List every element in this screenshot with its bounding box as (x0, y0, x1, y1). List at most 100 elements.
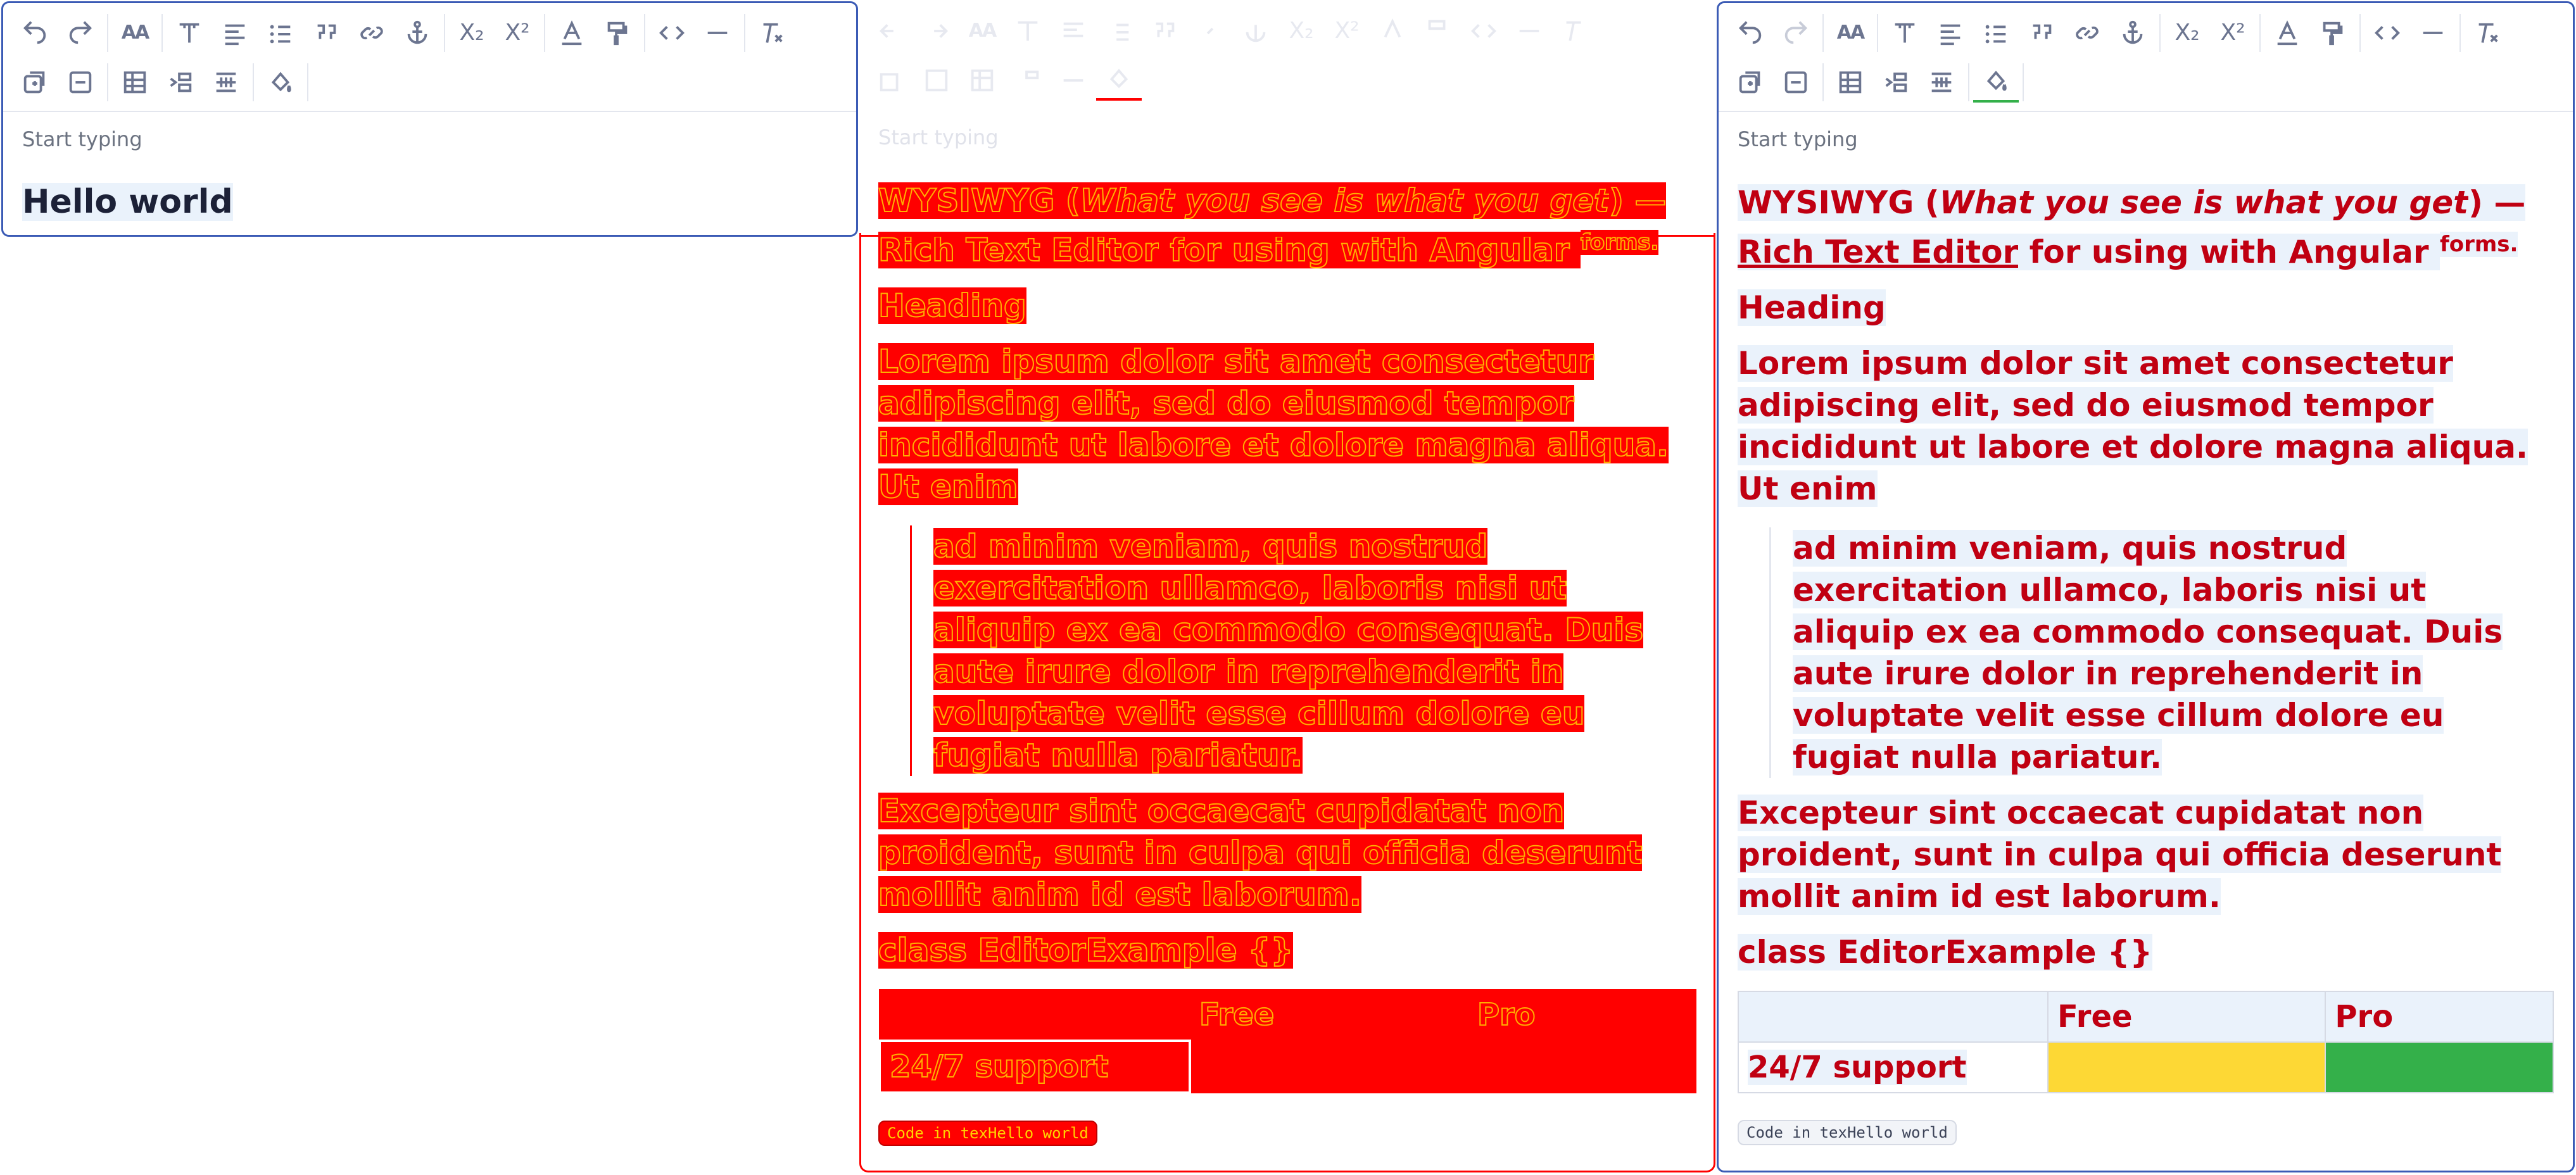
delete-row-icon[interactable] (58, 62, 103, 103)
paragraph: Excepteur sint occaecat cupidatat non pr… (1738, 792, 2554, 917)
editor-right: AA X₂ X² Start typing WYSIWYG (What you … (1717, 1, 2575, 1172)
editor-left: AA X₂ X² Start typing Hello world (1, 1, 858, 237)
font-size-icon[interactable]: AA (112, 13, 158, 53)
delete-row-icon[interactable] (1773, 62, 1819, 103)
code-line-text: class EditorExample {} (1738, 933, 2153, 971)
table-cell[interactable] (1737, 990, 2049, 1043)
superscript-icon[interactable]: X² (495, 13, 540, 53)
doc-title-part5: for using with Angular (2018, 233, 2440, 270)
inline-code: Code in texHello world (1738, 1119, 1957, 1145)
merge-cells-icon[interactable] (158, 62, 203, 103)
editor-content[interactable]: WYSIWYG (What you see is what you get) —… (1719, 182, 2573, 1145)
bullet-list-icon[interactable] (258, 13, 303, 53)
toolbar-divider (1877, 14, 1878, 52)
toolbar-divider (1822, 63, 1824, 101)
doc-title: WYSIWYG (What you see is what you get) —… (1738, 182, 2554, 273)
insert-row-icon[interactable] (1727, 62, 1773, 103)
paragraph-text: Lorem ipsum dolor sit amet consectetur a… (1738, 344, 2528, 507)
heading-icon[interactable] (167, 13, 212, 53)
doc-table[interactable]: Free Pro 24/7 support (1737, 990, 2554, 1093)
editor-placeholder: Start typing (1738, 127, 1858, 151)
toolbar: AA X₂ X² (1719, 3, 2573, 112)
toolbar-divider (1822, 14, 1824, 52)
redo-icon[interactable] (1773, 13, 1819, 53)
clear-format-icon[interactable] (2465, 13, 2510, 53)
anchor-icon[interactable] (395, 13, 440, 53)
split-cells-icon[interactable] (1919, 62, 1964, 103)
toolbar-divider (107, 63, 108, 101)
toolbar-divider (544, 14, 545, 52)
doc-title-part3: ) — (2468, 184, 2526, 221)
hello-text: Hello world (22, 183, 233, 221)
split-cells-icon[interactable] (203, 62, 249, 103)
undo-icon[interactable] (1727, 13, 1773, 53)
font-size-icon[interactable]: AA (1828, 13, 1873, 53)
align-icon[interactable] (212, 13, 258, 53)
table-cell[interactable]: Pro (2325, 990, 2554, 1043)
code-icon[interactable] (649, 13, 695, 53)
blockquote-icon[interactable] (2019, 13, 2064, 53)
doc-title-part1: WYSIWYG ( (1738, 184, 1940, 221)
merge-cells-icon[interactable] (1873, 62, 1919, 103)
table-cell-text: 24/7 support (1748, 1049, 1967, 1085)
editor-middle: AA X₂ X² Start typing WYSIWYG (What you … (859, 1, 1715, 1172)
doc-title-sup: forms. (2439, 232, 2518, 257)
horizontal-rule-icon[interactable] (2410, 13, 2456, 53)
cell-color-icon[interactable] (1973, 62, 2019, 103)
table-icon[interactable] (112, 62, 158, 103)
blockquote: ad minim veniam, quis nostrud exercitati… (1769, 527, 2554, 778)
background-color-icon[interactable] (2310, 13, 2356, 53)
blockquote-icon[interactable] (303, 13, 349, 53)
insert-row-icon[interactable] (12, 62, 58, 103)
redo-icon[interactable] (58, 13, 103, 53)
horizontal-rule-icon[interactable] (695, 13, 740, 53)
toolbar-divider (644, 14, 645, 52)
toolbar-divider (2259, 14, 2261, 52)
editor-content[interactable]: Hello world (3, 183, 856, 221)
link-icon[interactable] (349, 13, 395, 53)
heading-text: Heading (1738, 289, 1886, 326)
paragraph: Lorem ipsum dolor sit amet consectetur a… (1738, 342, 2554, 510)
subscript-icon[interactable]: X₂ (2164, 13, 2210, 53)
code-line: class EditorExample {} (1738, 931, 2554, 973)
anchor-icon[interactable] (2110, 13, 2156, 53)
superscript-icon[interactable]: X² (2210, 13, 2256, 53)
toolbar-divider (2023, 63, 2024, 101)
align-icon[interactable] (1928, 13, 1973, 53)
toolbar-divider (444, 14, 445, 52)
table-cell[interactable]: 24/7 support (1737, 1041, 2049, 1093)
toolbar-divider (107, 14, 108, 52)
doc-title-italic: What you see is what you get (1939, 184, 2469, 221)
text-color-icon[interactable] (2264, 13, 2310, 53)
toolbar-divider (2159, 14, 2161, 52)
editor-frame-top (859, 1, 1715, 237)
table-cell-pro[interactable] (2325, 1041, 2554, 1093)
subscript-icon[interactable]: X₂ (449, 13, 495, 53)
table-icon[interactable] (1828, 62, 1873, 103)
toolbar: AA X₂ X² (3, 3, 856, 112)
heading: Heading (1738, 287, 2554, 329)
undo-icon[interactable] (12, 13, 58, 53)
table-cell-free[interactable] (2047, 1041, 2327, 1093)
heading-icon[interactable] (1882, 13, 1928, 53)
table-row: 24/7 support (1737, 1041, 2554, 1093)
background-color-icon[interactable] (595, 13, 640, 53)
cell-color-icon[interactable] (258, 62, 303, 103)
table-row: Free Pro (1737, 990, 2554, 1043)
toolbar-divider (161, 14, 163, 52)
bullet-list-icon[interactable] (1973, 13, 2019, 53)
editor-placeholder: Start typing (22, 127, 142, 151)
toolbar-divider (2459, 14, 2461, 52)
link-icon[interactable] (2064, 13, 2110, 53)
toolbar-divider (1968, 63, 1969, 101)
clear-format-icon[interactable] (749, 13, 795, 53)
quote-text: ad minim veniam, quis nostrud exercitati… (1793, 529, 2503, 776)
table-cell[interactable]: Free (2047, 990, 2327, 1043)
toolbar-divider (2359, 14, 2361, 52)
toolbar-divider (253, 63, 254, 101)
toolbar-divider (307, 63, 308, 101)
text-color-icon[interactable] (549, 13, 595, 53)
paragraph-text: Excepteur sint occaecat cupidatat non pr… (1738, 794, 2502, 915)
doc-title-link[interactable]: Rich Text Editor (1738, 233, 2019, 270)
code-icon[interactable] (2364, 13, 2410, 53)
